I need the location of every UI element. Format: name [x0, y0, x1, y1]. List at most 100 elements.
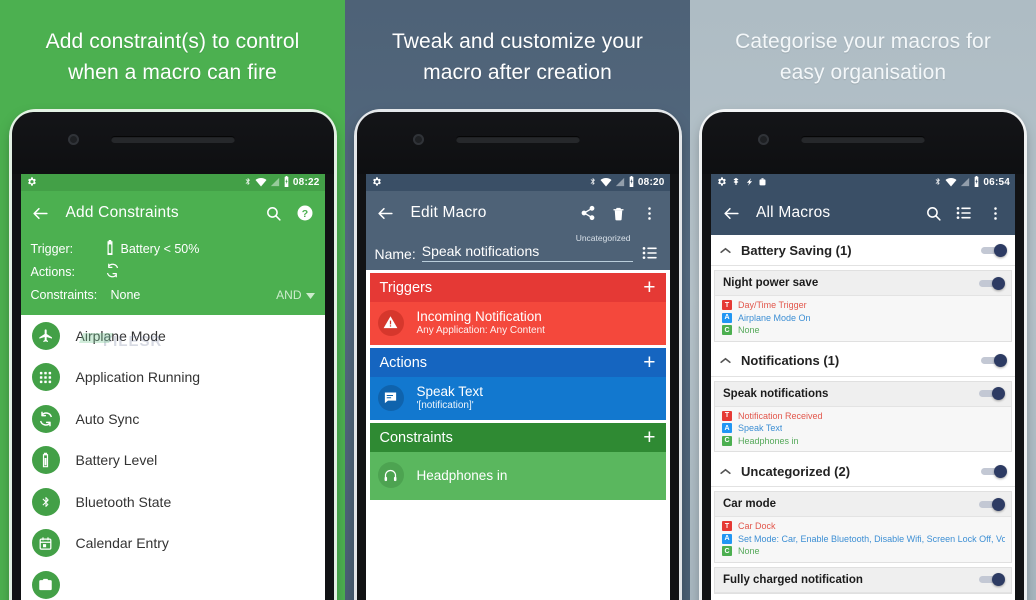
group-toggle[interactable] — [981, 243, 1007, 257]
macro-name-section: Uncategorized Name: Speak notifications — [365, 233, 670, 270]
search-icon[interactable] — [263, 202, 285, 224]
bluetooth-icon — [244, 176, 252, 189]
back-arrow-icon[interactable] — [375, 202, 397, 224]
trigger-item-subtitle: Any Application: Any Content — [416, 325, 545, 336]
macro-toggle[interactable] — [979, 497, 1005, 511]
chevron-up-icon[interactable] — [717, 357, 733, 364]
search-icon[interactable] — [922, 202, 944, 224]
group-header[interactable]: Notifications (1) — [711, 345, 1015, 377]
constraint-text: None — [738, 546, 760, 557]
appbar-add-constraints: Add Constraints ? Trigger: Battery < 50%… — [20, 191, 325, 315]
list-item-partial[interactable] — [21, 564, 325, 600]
macro-card[interactable]: Car mode T Car Dock A Set Mode: Car, Ena… — [714, 491, 1012, 563]
battery-icon — [973, 176, 980, 189]
overflow-icon[interactable] — [984, 202, 1006, 224]
add-action-button[interactable]: + — [643, 352, 655, 373]
phone-mockup-3: 06:54 All Macros Battery Saving (1) Nigh… — [702, 112, 1024, 600]
trigger-badge: T — [722, 521, 732, 532]
share-icon[interactable] — [577, 202, 599, 224]
summary-constraints-row: Constraints: None AND — [31, 283, 315, 306]
list-item[interactable]: Airplane Mode — [21, 315, 325, 357]
action-item-title: Speak Text — [416, 384, 484, 399]
front-camera-icon — [758, 134, 769, 145]
signal-icon — [960, 177, 970, 189]
constraint-badge: C — [722, 325, 732, 336]
macro-toggle[interactable] — [979, 573, 1005, 586]
macro-header[interactable]: Car mode — [715, 492, 1011, 517]
list-item[interactable]: Application Running — [21, 357, 325, 399]
macro-card[interactable]: Night power save T Day/Time Trigger A Ai… — [714, 270, 1012, 342]
macro-name-input[interactable]: Speak notifications — [421, 243, 633, 262]
macro-header[interactable]: Fully charged notification — [715, 567, 1011, 593]
card-header-actions: Actions + — [369, 348, 666, 377]
signal-icon — [270, 177, 280, 189]
constraint-badge: C — [722, 546, 732, 557]
phone-mockup-1: 08:22 Add Constraints ? Trigger: Battery… — [11, 112, 334, 600]
front-camera-icon — [412, 134, 424, 145]
card-constraints[interactable]: Constraints + Headphones in — [369, 423, 666, 500]
summary-trigger-row: Trigger: Battery < 50% — [31, 237, 315, 260]
card-actions[interactable]: Actions + Speak Text '[notification]' — [369, 348, 666, 420]
group-toggle[interactable] — [981, 464, 1007, 478]
action-badge: A — [722, 533, 732, 544]
card-header-triggers: Triggers + — [369, 273, 666, 302]
list-item[interactable]: Auto Sync — [21, 398, 325, 440]
battery-icon — [283, 176, 290, 189]
macro-toggle[interactable] — [979, 276, 1005, 290]
back-arrow-icon[interactable] — [720, 202, 742, 224]
phone-mockup-2: 08:20 Edit Macro Uncategorized Name: Spe… — [356, 112, 679, 600]
macro-toggle[interactable] — [979, 387, 1005, 400]
card-header-constraints: Constraints + — [369, 423, 666, 452]
group-header[interactable]: Battery Saving (1) — [711, 235, 1015, 266]
status-bar-2: 08:20 — [365, 174, 670, 191]
macro-category-label: Uncategorized — [575, 233, 631, 243]
status-time-2: 08:20 — [637, 177, 665, 188]
constraint-item[interactable]: Headphones in — [369, 452, 666, 500]
trigger-item[interactable]: Incoming Notification Any Application: A… — [369, 302, 666, 345]
macro-name: Night power save — [723, 277, 819, 289]
summary-actions-row: Actions: — [31, 260, 315, 283]
action-badge: A — [722, 423, 732, 434]
chevron-up-icon[interactable] — [717, 247, 733, 254]
add-trigger-button[interactable]: + — [643, 277, 655, 298]
macro-card[interactable]: Fully charged notification — [714, 566, 1012, 594]
gear-icon — [26, 176, 37, 189]
phone-screen-3: 06:54 All Macros Battery Saving (1) Nigh… — [711, 174, 1015, 600]
list-item[interactable]: Bluetooth State — [21, 481, 325, 523]
calendar-icon — [31, 529, 60, 558]
apps-grid-icon — [31, 363, 60, 392]
group-toggle[interactable] — [981, 354, 1007, 367]
macro-cards-area: Triggers + Incoming Notification Any App… — [365, 273, 670, 600]
list-item[interactable]: Battery Level — [21, 440, 325, 482]
macro-header[interactable]: Speak notifications — [715, 381, 1011, 407]
group-header[interactable]: Uncategorized (2) — [711, 456, 1015, 487]
list-item[interactable]: Calendar Entry — [21, 523, 325, 565]
macro-line-trigger: T Notification Received — [722, 410, 1005, 423]
card-triggers[interactable]: Triggers + Incoming Notification Any App… — [369, 273, 666, 345]
macro-card[interactable]: Speak notifications T Notification Recei… — [714, 380, 1012, 452]
help-icon[interactable]: ? — [294, 202, 316, 224]
macro-summary-lines: T Car Dock A Set Mode: Car, Enable Bluet… — [715, 517, 1011, 562]
trigger-label: Trigger: — [30, 241, 74, 256]
chevron-up-icon[interactable] — [717, 468, 733, 475]
delete-icon[interactable] — [608, 202, 630, 224]
battery-icon — [31, 446, 60, 475]
back-arrow-icon[interactable] — [30, 202, 52, 224]
list-icon[interactable] — [953, 202, 975, 224]
trigger-value: Battery < 50% — [120, 241, 200, 256]
list-icon[interactable] — [639, 246, 661, 262]
overflow-icon[interactable] — [639, 202, 661, 224]
headphones-icon — [377, 462, 404, 488]
macro-name: Car mode — [723, 498, 777, 510]
add-constraint-button[interactable]: + — [643, 427, 655, 448]
action-item[interactable]: Speak Text '[notification]' — [369, 377, 666, 420]
trigger-badge: T — [722, 410, 732, 421]
list-item-label: Airplane Mode — [75, 327, 166, 344]
constraint-list[interactable]: Airplane Mode Application Running Auto S… — [20, 315, 325, 600]
action-text: Speak Text — [738, 423, 783, 434]
logic-label: AND — [276, 287, 302, 302]
list-item-label: Bluetooth State — [75, 493, 172, 510]
logic-dropdown[interactable]: AND — [276, 287, 315, 302]
macro-groups-list[interactable]: Battery Saving (1) Night power save T Da… — [711, 235, 1015, 600]
macro-header[interactable]: Night power save — [715, 271, 1011, 296]
